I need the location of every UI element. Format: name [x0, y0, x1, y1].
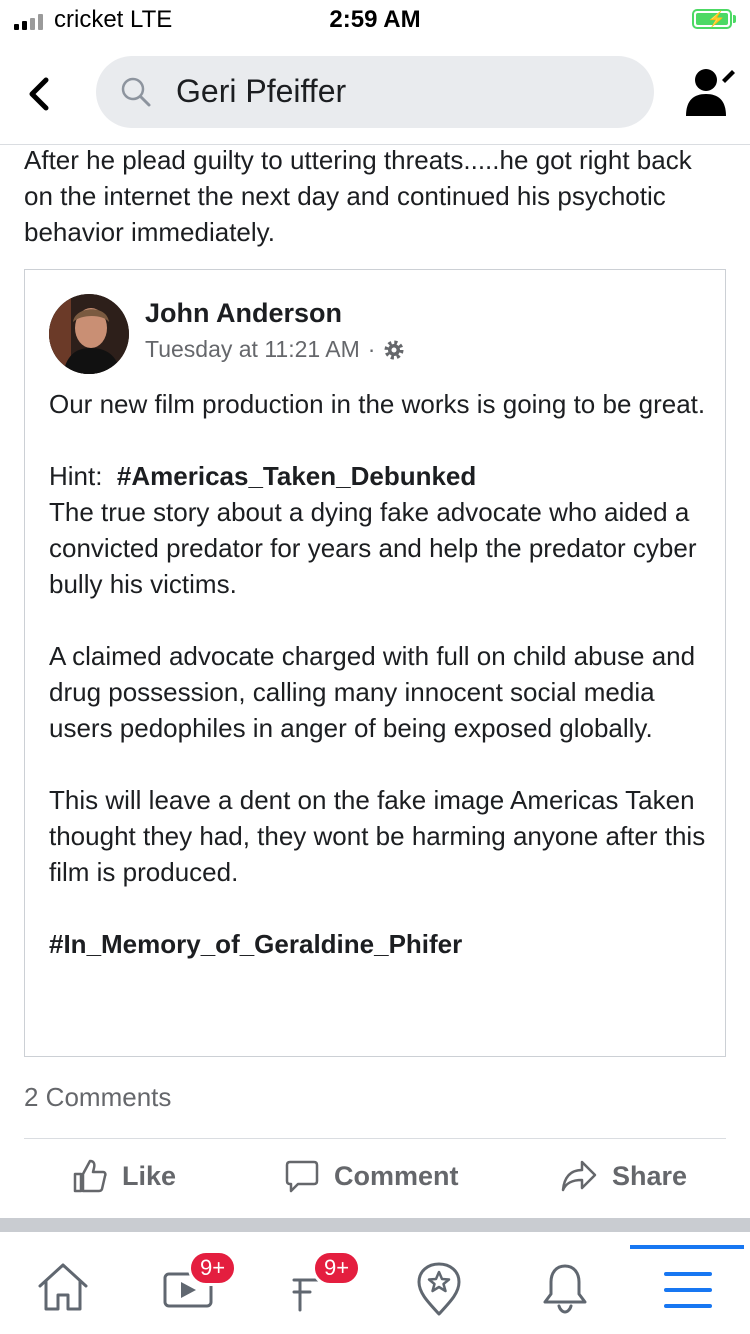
back-button[interactable] — [24, 76, 54, 112]
post-timestamp[interactable]: Tuesday at 11:21 AM — [145, 336, 360, 363]
avatar[interactable] — [49, 294, 129, 374]
search-input[interactable]: Geri Pfeiffer — [96, 56, 654, 128]
bell-icon — [543, 1264, 587, 1314]
share-arrow-icon — [561, 1160, 597, 1192]
status-time: 2:59 AM — [329, 6, 421, 33]
author-name[interactable]: John Anderson — [145, 298, 342, 329]
tab-notifications[interactable] — [530, 1252, 600, 1322]
person-edit-icon — [686, 69, 735, 116]
meta-separator: · — [367, 336, 376, 362]
shared-post-card[interactable]: John Anderson Tuesday at 11:21 AM · Our … — [24, 269, 726, 1057]
author-photo — [49, 294, 129, 374]
active-tab-indicator — [630, 1245, 744, 1249]
share-label: Share — [612, 1160, 688, 1191]
search-icon — [121, 77, 151, 107]
divider — [24, 1138, 726, 1139]
battery-nub — [733, 15, 736, 23]
shared-post-body: Our new film production in the works is … — [49, 386, 709, 962]
tab-watch[interactable]: 9+ — [152, 1250, 238, 1322]
tab-groups[interactable] — [404, 1252, 474, 1322]
post-text: After he plead guilty to uttering threat… — [24, 145, 692, 247]
top-header: Geri Pfeiffer — [0, 40, 750, 145]
tab-home[interactable] — [28, 1252, 98, 1322]
paragraph: Our new film production in the works is … — [49, 389, 706, 419]
speech-bubble-icon — [285, 1160, 319, 1193]
gear-icon — [384, 340, 404, 359]
tab-marketplace[interactable]: 9+ — [280, 1250, 362, 1322]
comment-button[interactable]: Comment — [284, 1158, 459, 1194]
watch-badge: 9+ — [188, 1250, 238, 1286]
hamburger-menu-icon — [664, 1272, 712, 1308]
search-query: Geri Pfeiffer — [176, 73, 347, 109]
post-meta: Tuesday at 11:21 AM · — [145, 336, 405, 363]
status-bar: cricket LTE 2:59 AM ⚡ — [0, 0, 750, 40]
tab-menu[interactable] — [652, 1252, 722, 1322]
paragraph: The true story about a dying fake advoca… — [49, 497, 697, 599]
comments-count[interactable]: 2 Comments — [24, 1082, 171, 1113]
section-separator — [0, 1218, 750, 1232]
like-label: Like — [122, 1160, 177, 1191]
home-icon — [38, 1263, 88, 1311]
hashtag-link[interactable]: #Americas_Taken_Debunked — [117, 461, 476, 491]
paragraph: This will leave a dent on the fake image… — [49, 785, 706, 887]
location-star-icon — [417, 1262, 461, 1316]
action-bar: Like Comment Share — [0, 1150, 750, 1210]
profile-edit-button[interactable] — [684, 66, 736, 118]
chevron-left-icon — [29, 77, 49, 111]
hint-line: Hint: #Americas_Taken_Debunked — [49, 458, 709, 494]
thumbs-up-icon — [73, 1159, 107, 1193]
hint-label: Hint: — [49, 461, 103, 491]
hashtag-link[interactable]: #In_Memory_of_Geraldine_Phifer — [49, 926, 709, 962]
like-button[interactable]: Like — [72, 1158, 176, 1194]
marketplace-badge: 9+ — [312, 1250, 362, 1286]
paragraph: A claimed advocate charged with full on … — [49, 641, 696, 743]
battery-charging-icon: ⚡ — [692, 9, 732, 29]
share-button[interactable]: Share — [560, 1158, 687, 1194]
comment-label: Comment — [334, 1160, 459, 1191]
